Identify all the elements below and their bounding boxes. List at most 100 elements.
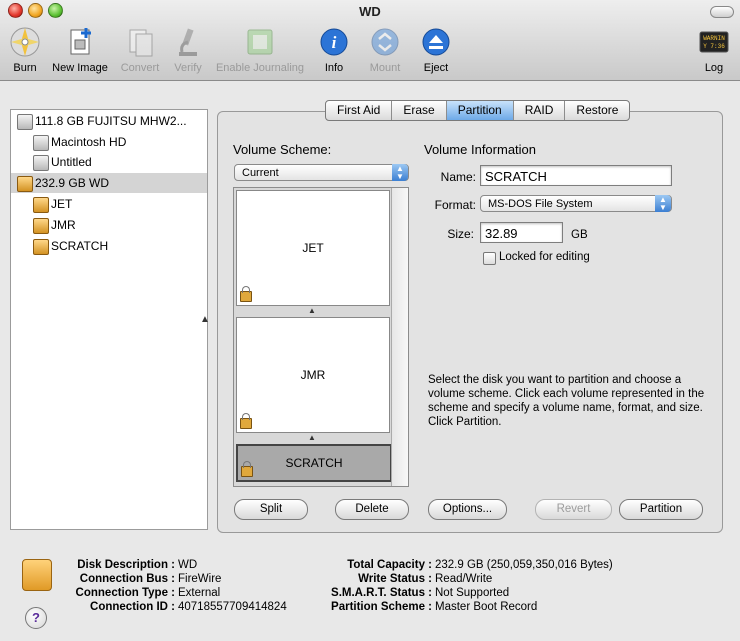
size-unit: GB — [571, 229, 588, 241]
tab-partition[interactable]: Partition — [446, 101, 514, 120]
new-image-button[interactable]: New Image — [48, 26, 112, 74]
volume-item-label: Macintosh HD — [51, 135, 127, 149]
tab-bar: First Aid Erase Partition RAID Restore — [325, 100, 631, 121]
name-label: Name: — [440, 170, 476, 184]
log-icon: WARNIN Y 7:36 — [698, 26, 730, 58]
volume-item-label: SCRATCH — [51, 239, 109, 253]
eject-icon — [420, 26, 452, 58]
volume-information-title: Volume Information — [424, 142, 537, 157]
volume-item-untitled[interactable]: Untitled — [11, 152, 207, 172]
partition-scheme-label: Partition Scheme : — [331, 601, 432, 613]
scheme-volume-scratch[interactable]: SCRATCH — [236, 444, 392, 482]
volume-item-scratch[interactable]: SCRATCH — [11, 236, 207, 256]
tab-first-aid[interactable]: First Aid — [326, 101, 393, 120]
split-view-handle[interactable]: ▲ — [200, 314, 210, 325]
connection-id-label: Connection ID : — [90, 601, 175, 613]
convert-button[interactable]: Convert — [116, 26, 164, 74]
scheme-volume-jmr[interactable]: JMR — [236, 317, 390, 433]
info-label: Info — [324, 62, 344, 74]
total-capacity-value: 232.9 GB (250,059,350,016 Bytes) — [435, 559, 613, 571]
volume-item-macintosh-hd[interactable]: Macintosh HD — [11, 132, 207, 152]
scheme-volume-label: JET — [302, 241, 324, 255]
lock-icon — [240, 286, 252, 302]
smart-status-label: S.M.A.R.T. Status : — [331, 587, 432, 599]
verify-button[interactable]: Verify — [168, 26, 208, 74]
log-button[interactable]: WARNIN Y 7:36 Log — [696, 26, 732, 74]
verify-label: Verify — [174, 62, 202, 74]
split-button[interactable]: Split — [234, 499, 308, 520]
mount-icon — [369, 26, 401, 58]
volume-icon — [33, 239, 49, 255]
connection-bus-label: Connection Bus : — [79, 573, 175, 585]
tab-restore[interactable]: Restore — [565, 101, 629, 120]
disk-item-label: 232.9 GB WD — [35, 176, 110, 190]
microscope-icon — [172, 26, 204, 58]
enable-journaling-button[interactable]: Enable Journaling — [212, 26, 308, 74]
format-popup[interactable]: MS-DOS File System ▲ ▼ — [480, 195, 672, 212]
options-button[interactable]: Options... — [428, 499, 507, 520]
volume-icon — [33, 197, 49, 213]
journal-icon — [244, 26, 276, 58]
lock-icon — [240, 413, 252, 429]
hard-disk-icon — [17, 114, 33, 130]
partition-help-text: Select the disk you want to partition an… — [428, 374, 705, 428]
convert-icon — [124, 26, 156, 58]
eject-label: Eject — [423, 62, 449, 74]
write-status-value: Read/Write — [435, 573, 493, 585]
external-disk-icon — [17, 176, 33, 192]
scheme-scrollbar[interactable] — [391, 188, 408, 486]
popup-arrows-icon: ▲ ▼ — [655, 195, 671, 212]
volume-scheme-value: Current — [242, 167, 279, 179]
volume-item-jmr[interactable]: JMR — [11, 215, 207, 235]
scheme-volume-label: SCRATCH — [285, 456, 343, 470]
partition-button[interactable]: Partition — [619, 499, 703, 520]
disk-item-wd[interactable]: 232.9 GB WD — [11, 173, 207, 193]
burn-button[interactable]: Burn — [6, 26, 44, 74]
scheme-volume-label: JMR — [300, 368, 326, 382]
delete-button[interactable]: Delete — [335, 499, 409, 520]
eject-button[interactable]: Eject — [418, 26, 454, 74]
volume-name-field[interactable]: SCRATCH — [480, 165, 672, 186]
resize-handle-jet-jmr[interactable]: ▲ — [236, 306, 388, 316]
burn-label: Burn — [13, 62, 37, 74]
popup-arrows-icon: ▲ ▼ — [392, 164, 408, 181]
volume-icon — [33, 135, 49, 151]
connection-id-value: 4071855770941482​4 — [178, 601, 287, 613]
disk-description-label: Disk Description : — [77, 559, 175, 571]
revert-button[interactable]: Revert — [535, 499, 612, 520]
volume-item-label: JMR — [51, 218, 76, 232]
volume-scheme-popup[interactable]: Current ▲ ▼ — [234, 164, 409, 181]
svg-text:i: i — [332, 33, 337, 52]
disk-item-label: 111.8 GB FUJITSU MHW2... — [35, 114, 187, 128]
burn-icon — [9, 26, 41, 58]
scheme-volume-jet[interactable]: JET — [236, 190, 390, 306]
tab-erase[interactable]: Erase — [392, 101, 447, 120]
toolbar-toggle-button[interactable] — [710, 6, 734, 18]
mount-label: Mount — [369, 62, 401, 74]
resize-handle-jmr-scratch[interactable]: ▲ — [236, 433, 388, 443]
smart-status-value: Not Supported — [435, 587, 510, 599]
mount-button[interactable]: Mount — [364, 26, 406, 74]
format-value: MS-DOS File System — [488, 198, 593, 210]
volume-scheme-label: Volume Scheme: — [233, 142, 332, 157]
new-image-label: New Image — [52, 62, 108, 74]
log-label: Log — [704, 62, 724, 74]
volume-item-label: JET — [51, 197, 73, 211]
locked-for-editing-checkbox[interactable] — [483, 252, 496, 265]
volume-icon — [33, 218, 49, 234]
locked-for-editing-label: Locked for editing — [499, 251, 590, 263]
disk-list[interactable]: 111.8 GB FUJITSU MHW2... Macintosh HD Un… — [10, 109, 208, 530]
size-label: Size: — [447, 227, 474, 241]
info-button[interactable]: i Info — [316, 26, 352, 74]
write-status-label: Write Status : — [358, 573, 432, 585]
enable-journaling-label: Enable Journaling — [215, 62, 305, 74]
new-image-icon — [64, 26, 96, 58]
disk-item-fujitsu[interactable]: 111.8 GB FUJITSU MHW2... — [11, 111, 207, 131]
tab-raid[interactable]: RAID — [514, 101, 566, 120]
volume-size-field[interactable]: 32.89 — [480, 222, 563, 243]
volume-scheme-map: JET ▲ JMR ▲ SCRATCH — [233, 187, 409, 487]
format-label: Format: — [434, 198, 476, 212]
volume-item-jet[interactable]: JET — [11, 194, 207, 214]
total-capacity-label: Total Capacity : — [347, 559, 432, 571]
svg-text:Y 7:36: Y 7:36 — [703, 43, 725, 50]
